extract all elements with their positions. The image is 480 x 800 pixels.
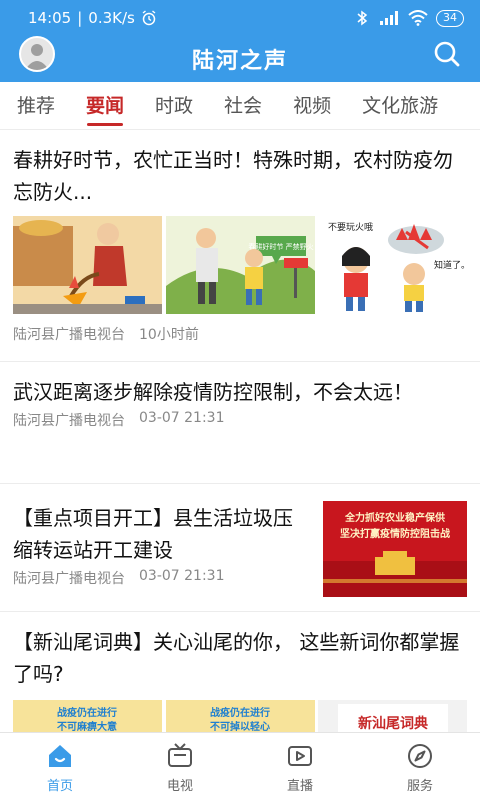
news-title: 【重点项目开工】县生活垃圾压缩转运站开工建设 [13,506,293,562]
news-title: 【新汕尾词典】关心汕尾的你， 这些新词你都掌握了吗? [13,630,460,686]
news-thumbnail: 不要玩火哦 知道了。 [318,216,467,314]
thumbnail-text: 战疫仍在进行 [210,706,270,719]
battery-indicator: 34 [436,9,464,27]
news-item[interactable]: 【重点项目开工】县生活垃圾压缩转运站开工建设 陆河县广播电视台 03-07 21… [0,484,480,612]
tab-video[interactable]: 视频 [293,82,331,130]
news-source: 陆河县广播电视台 [13,327,125,343]
nav-tv[interactable]: 电视 [120,733,240,800]
app-bar: 陆河之声 [0,36,480,82]
news-item[interactable]: 【新汕尾词典】关心汕尾的你， 这些新词你都掌握了吗? 战疫仍在进行 不可麻痹大意… [0,612,480,740]
nav-label: 直播 [286,779,313,794]
search-icon[interactable] [432,39,462,69]
nav-label: 电视 [166,779,193,794]
thumbnail-text: 战疫仍在进行 [57,706,117,719]
news-time: 03-07 21:31 [139,410,225,426]
app-title: 陆河之声 [191,49,288,74]
home-icon [49,745,71,767]
thumbnail-sign-text: 春耕好时节 严禁野火 [248,242,313,251]
thumbnail-text: 新汕尾词典 [358,715,428,732]
tab-politics[interactable]: 时政 [155,82,193,130]
news-item[interactable]: 春耕好时节，农忙正当时！特殊时期，农村防疫勿忘防火... 春耕好时节 严禁野火 … [0,131,480,362]
thumbnail-banner-line: 坚决打赢疫情防控阻击战 [340,527,450,540]
status-speed: 0.3K/s [88,9,135,27]
tv-icon [168,743,192,767]
news-title: 春耕好时节，农忙正当时！特殊时期，农村防疫勿忘防火... [13,148,453,204]
wifi-icon [408,10,428,26]
tab-recommend[interactable]: 推荐 [17,82,55,130]
news-time: 10小时前 [139,327,199,343]
status-separator: | [77,9,83,27]
bottom-navigation: 首页 电视 直播 服务 [0,732,480,800]
nav-label: 服务 [406,779,433,794]
news-feed: 春耕好时节，农忙正当时！特殊时期，农村防疫勿忘防火... 春耕好时节 严禁野火 … [0,131,480,740]
compass-icon [408,744,432,768]
nav-live[interactable]: 直播 [240,733,360,800]
news-thumbnail: 春耕好时节 严禁野火 [165,216,315,314]
tab-culture-tourism[interactable]: 文化旅游 [362,82,438,130]
thumbnail-caption: 不要玩火哦 [328,221,373,233]
nav-home[interactable]: 首页 [0,733,120,800]
tab-society[interactable]: 社会 [224,82,262,130]
tab-headlines[interactable]: 要闻 [86,82,124,130]
news-source: 陆河县广播电视台 [13,571,125,587]
news-thumbnail [13,216,162,314]
news-title: 武汉距离逐步解除疫情防控限制，不会太远！ [13,380,413,404]
nav-label: 首页 [46,779,73,794]
top-bar: 14:05 | 0.3K/s 34 陆河之声 [0,0,480,82]
news-thumbnail: 全力抓好农业稳产保供 坚决打赢疫情防控阻击战 [323,501,467,597]
alarm-icon [142,10,156,26]
signal-icon [380,11,398,25]
status-time: 14:05 [28,9,72,27]
live-icon [288,746,312,766]
nav-services[interactable]: 服务 [360,733,480,800]
user-icon [25,44,49,70]
news-item[interactable]: 武汉距离逐步解除疫情防控限制，不会太远！ 陆河县广播电视台 03-07 21:3… [0,362,480,484]
avatar[interactable] [19,36,55,72]
thumbnail-row: 春耕好时节 严禁野火 不要玩火哦 知道了。 [13,216,467,314]
thumbnail-caption: 知道了。 [434,259,467,271]
bluetooth-icon [357,10,368,26]
thumbnail-banner-line: 全力抓好农业稳产保供 [344,511,445,524]
news-source: 陆河县广播电视台 [13,413,125,429]
news-time: 03-07 21:31 [139,568,225,584]
category-tabs: 推荐 要闻 时政 社会 视频 文化旅游 [0,82,480,130]
status-bar: 14:05 | 0.3K/s 34 [0,0,480,36]
